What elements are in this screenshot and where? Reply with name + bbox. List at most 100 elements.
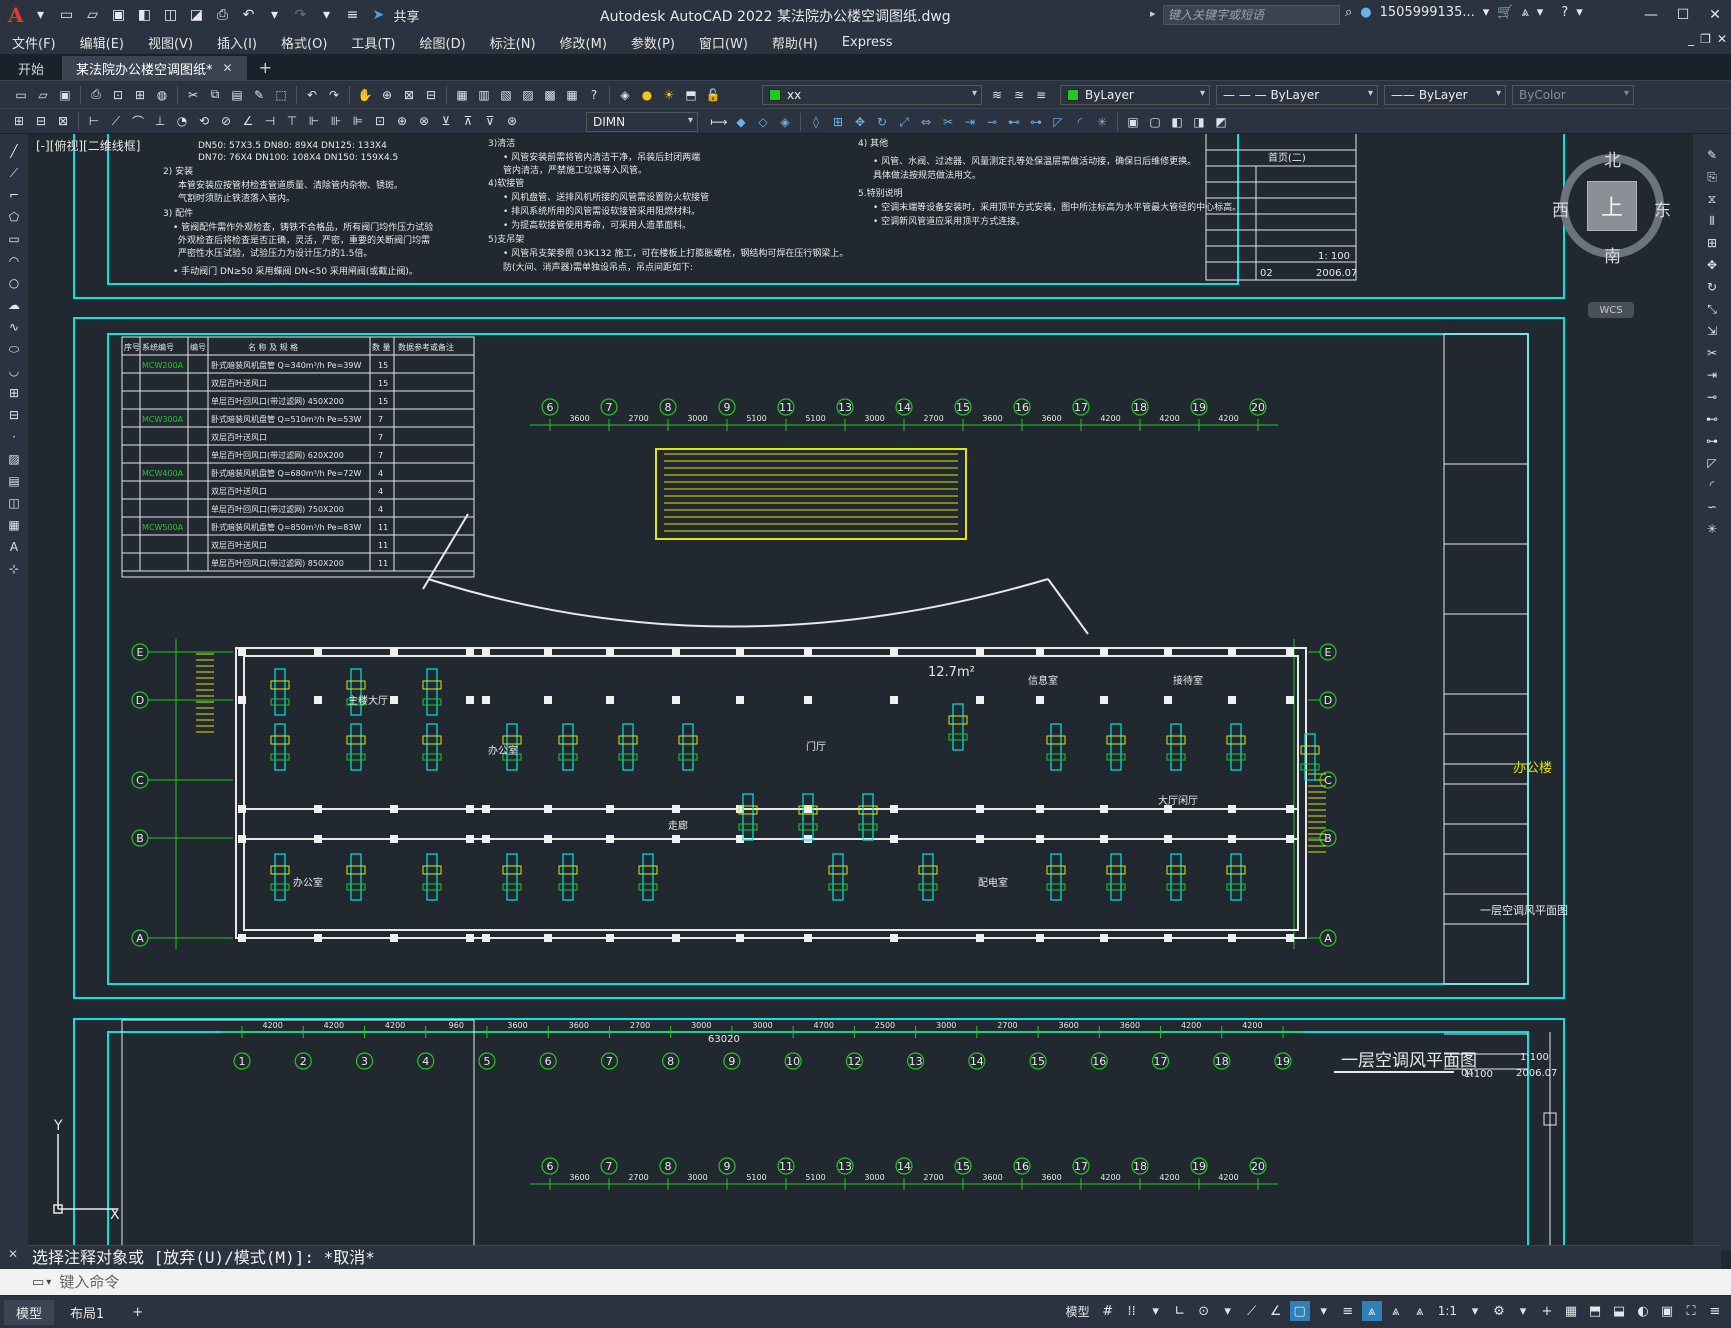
insert-block-icon[interactable]: ⊞ — [5, 384, 23, 402]
array-icon[interactable]: ⊞ — [829, 113, 847, 131]
jogged-linear-icon[interactable]: ⊻ — [437, 112, 455, 130]
circle-icon[interactable]: ○ — [5, 274, 23, 292]
revision-cloud-icon[interactable]: ☁ — [5, 296, 23, 314]
line-icon[interactable]: ╱ — [5, 142, 23, 160]
diameter-icon[interactable]: ⊘ — [217, 112, 235, 130]
chamfer-icon[interactable]: ◸ — [1049, 113, 1067, 131]
dim-edit-icon[interactable]: ⊼ — [459, 112, 477, 130]
extend-icon[interactable]: ⇥ — [1703, 366, 1721, 384]
gradient-icon[interactable]: ▤ — [5, 472, 23, 490]
zoom-realtime-icon[interactable]: ⊕ — [378, 86, 396, 104]
scale-icon[interactable]: ⤢ — [895, 113, 913, 131]
username-menu[interactable]: 1505999135... — [1380, 5, 1475, 20]
polyline-icon[interactable]: ⌐ — [5, 186, 23, 204]
open-icon[interactable]: ▱ — [34, 86, 52, 104]
save-icon[interactable]: ▣ — [108, 4, 130, 26]
model-space-button[interactable]: 模型 — [1062, 1303, 1094, 1320]
command-prompt-icon[interactable]: ▭ — [32, 1275, 44, 1290]
tab-model[interactable]: 模型 — [4, 1299, 55, 1325]
tolerance-icon[interactable]: ⊡ — [371, 112, 389, 130]
explode-icon[interactable]: ✳ — [1093, 113, 1111, 131]
search-expand-icon[interactable]: ▸ — [1150, 7, 1156, 20]
annotation-monitor-icon[interactable]: + — [1537, 1301, 1557, 1321]
doc-restore-icon[interactable]: ❐ — [1700, 32, 1711, 46]
redo-dropdown-icon[interactable]: ▾ — [316, 4, 338, 26]
ordinate-icon[interactable]: ⊥ — [151, 112, 169, 130]
zoom-window-icon[interactable]: ⊠ — [400, 86, 418, 104]
point-icon[interactable]: · — [5, 428, 23, 446]
3d-print-icon[interactable]: ◍ — [153, 86, 171, 104]
break-icon[interactable]: ⊫ — [349, 112, 367, 130]
tool-palettes-icon[interactable]: ▧ — [497, 86, 515, 104]
menu-item[interactable]: 窗口(W) — [687, 33, 760, 52]
mirror-icon[interactable]: ◈ — [776, 113, 794, 131]
menu-item[interactable]: 编辑(E) — [68, 33, 136, 52]
break-icon[interactable]: ⊷ — [1703, 410, 1721, 428]
publish-icon[interactable]: ⊞ — [131, 86, 149, 104]
menu-item[interactable]: 绘图(D) — [408, 33, 478, 52]
osnap-dropdown-icon[interactable]: ▾ — [1314, 1301, 1334, 1321]
object-snap-icon[interactable]: ▢ — [1289, 1301, 1310, 1321]
command-close-icon[interactable]: ✕ — [8, 1247, 18, 1261]
plot-preview-icon[interactable]: ⊡ — [109, 86, 127, 104]
draworder-back-icon[interactable]: ▢ — [1146, 113, 1164, 131]
tab-drawing[interactable]: 某法院办公楼空调图纸* ✕ — [62, 56, 247, 80]
close-button[interactable]: ✕ — [1699, 0, 1731, 30]
fillet-icon[interactable]: ◜ — [1703, 476, 1721, 494]
save-web-icon[interactable]: ◪ — [186, 4, 208, 26]
hardware-accel-icon[interactable]: ▣ — [1657, 1301, 1677, 1321]
viewcube-east[interactable]: 东 — [1654, 196, 1671, 221]
clean-screen-icon[interactable]: ⛶ — [1681, 1301, 1701, 1321]
linetype-dropdown[interactable]: — — — ByLayer ▾ — [1216, 85, 1378, 105]
paste-icon[interactable]: ▤ — [228, 86, 246, 104]
radius-dim-icon[interactable]: ◔ — [173, 112, 191, 130]
offset-icon[interactable]: ⫴ — [1703, 212, 1721, 230]
arc-length-icon[interactable]: ⌒ — [129, 112, 147, 130]
region-icon[interactable]: ◫ — [5, 494, 23, 512]
workspace-dropdown-icon[interactable]: ▾ — [1513, 1301, 1533, 1321]
angular-icon[interactable]: ∠ — [239, 112, 257, 130]
minimize-button[interactable]: — — [1635, 0, 1667, 30]
draworder-above-icon[interactable]: ◧ — [1168, 113, 1186, 131]
match-properties-icon[interactable]: ✎ — [250, 86, 268, 104]
viewcube-south[interactable]: 南 — [1604, 242, 1621, 267]
ortho-icon[interactable]: ∟ — [1170, 1301, 1190, 1321]
dimstyle-dropdown[interactable]: DIMN ▾ — [586, 112, 698, 132]
annotation-scale[interactable]: 1:1 — [1434, 1304, 1461, 1318]
make-block-icon[interactable]: ⊟ — [32, 112, 50, 130]
layer-properties-icon[interactable]: ◈ — [616, 86, 634, 104]
erase-icon[interactable]: ✎ — [1703, 146, 1721, 164]
layer-state-icon[interactable]: ≡ — [1032, 86, 1050, 104]
offset-icon[interactable]: ◊ — [807, 113, 825, 131]
design-center-icon[interactable]: ▥ — [475, 86, 493, 104]
cut-icon[interactable]: ✂ — [184, 86, 202, 104]
scale-icon[interactable]: ⤡ — [1703, 300, 1721, 318]
lock-ui-icon[interactable]: ⬓ — [1609, 1301, 1629, 1321]
copy-object-icon[interactable]: ◇ — [754, 113, 772, 131]
snap-dropdown-icon[interactable]: ▾ — [1146, 1301, 1166, 1321]
calculator-icon[interactable]: ▦ — [563, 86, 581, 104]
app-menu-button[interactable]: A — [8, 3, 24, 27]
fillet-icon[interactable]: ◜ — [1071, 113, 1089, 131]
maximize-button[interactable]: ☐ — [1667, 0, 1699, 30]
markup-icon[interactable]: ▩ — [541, 86, 559, 104]
copy-icon[interactable]: ⧉ — [206, 86, 224, 104]
draworder-under-icon[interactable]: ◨ — [1190, 113, 1208, 131]
rotate-icon[interactable]: ↻ — [1703, 278, 1721, 296]
layer-on-icon[interactable]: ● — [638, 86, 656, 104]
space-icon[interactable]: ⊪ — [327, 112, 345, 130]
undo-dropdown-icon[interactable]: ▾ — [264, 4, 286, 26]
menu-item[interactable]: 视图(V) — [136, 33, 205, 52]
join-icon[interactable]: ⊶ — [1703, 432, 1721, 450]
drawing-canvas[interactable]: DN50: 57X3.5 DN80: 89X4 DN125: 133X4 DN7… — [28, 134, 1693, 1250]
menu-item[interactable]: 工具(T) — [339, 33, 407, 52]
jogged-icon[interactable]: ⟲ — [195, 112, 213, 130]
viewcube-top-face[interactable]: 上 — [1587, 181, 1637, 231]
share-button[interactable]: 共享 — [394, 6, 420, 25]
layer-freeze-icon[interactable]: ☀ — [660, 86, 678, 104]
auto-scale-icon[interactable]: ⩓ — [1386, 1301, 1406, 1321]
new-icon[interactable]: ▭ — [12, 86, 30, 104]
viewport-controls[interactable]: [-][俯视][二维线框] — [36, 137, 140, 154]
menu-item[interactable]: 帮助(H) — [760, 33, 830, 52]
layer-lock-icon[interactable]: 🔓 — [704, 86, 722, 104]
